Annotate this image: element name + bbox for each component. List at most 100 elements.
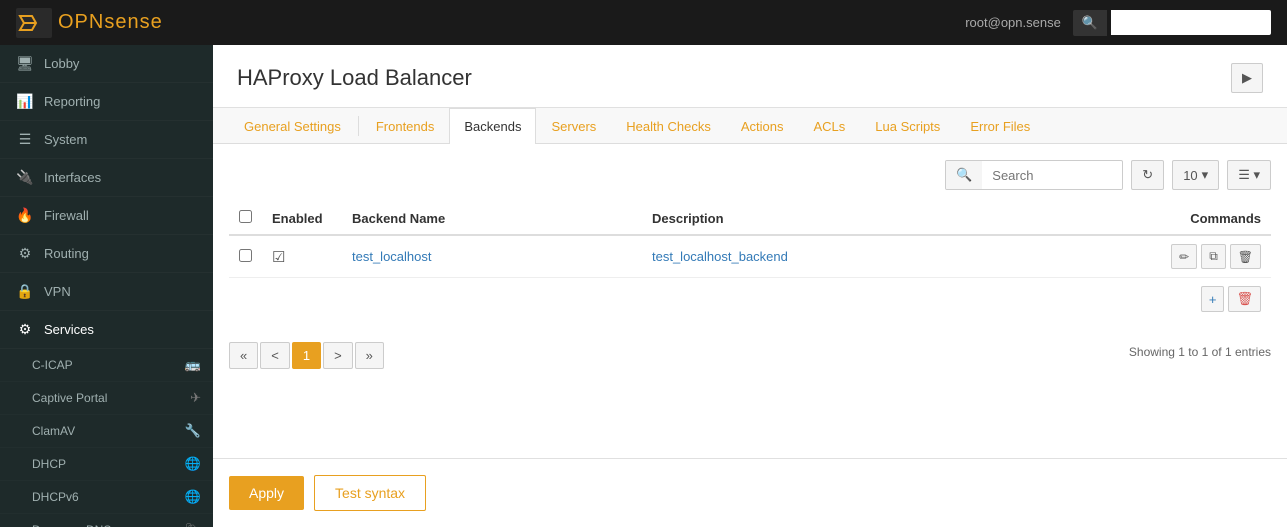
navbar-search-input[interactable] — [1111, 10, 1271, 35]
page-1-button[interactable]: 1 — [292, 342, 321, 369]
tab-error-files[interactable]: Error Files — [955, 108, 1045, 144]
main-header: HAProxy Load Balancer ▶ — [213, 45, 1287, 108]
sidebar-item-label: VPN — [44, 284, 71, 299]
edit-button[interactable]: ✏ — [1171, 244, 1197, 269]
sidebar-item-system[interactable]: ☰ System — [0, 121, 213, 159]
table-area: 🔍 ↻ 10 ▾ ☰ ▾ — [213, 144, 1287, 458]
per-page-value: 10 — [1183, 168, 1197, 183]
add-delete-row: + 🗑 — [229, 278, 1271, 321]
sidebar-sub-menu: C-ICAP 🚌 Captive Portal ✈ ClamAV 🔧 DHCP … — [0, 349, 213, 527]
sidebar-item-services[interactable]: ⚙ Services — [0, 311, 213, 349]
tab-lua-scripts[interactable]: Lua Scripts — [860, 108, 955, 144]
page-next-button[interactable]: > — [323, 342, 353, 369]
main-content: HAProxy Load Balancer ▶ General Settings… — [213, 45, 1287, 527]
sidebar-item-interfaces[interactable]: 🔌 Interfaces — [0, 159, 213, 197]
run-button[interactable]: ▶ — [1231, 63, 1263, 93]
dhcpv6-label: DHCPv6 — [32, 490, 79, 504]
sidebar-sub-item-dnsmasq[interactable]: Dnsmasq DNS 🏷 — [0, 514, 213, 527]
tab-general-settings[interactable]: General Settings — [229, 108, 356, 144]
brand-text: OPNsense — [58, 11, 163, 34]
row-name-cell: test_localhost — [342, 235, 642, 278]
delete-button[interactable]: 🗑 — [1230, 244, 1261, 269]
backend-description-link[interactable]: test_localhost_backend — [652, 249, 788, 264]
search-box: 🔍 — [945, 160, 1123, 190]
brand-logo-icon — [16, 8, 52, 38]
sidebar-sub-item-captive[interactable]: Captive Portal ✈ — [0, 382, 213, 415]
tab-acls[interactable]: ACLs — [798, 108, 860, 144]
delete-row-button[interactable]: 🗑 — [1228, 286, 1261, 312]
dnsmasq-icon: 🏷 — [184, 522, 201, 527]
row-enabled-cell: ☑ — [262, 235, 342, 278]
header-enabled: Enabled — [262, 202, 342, 235]
row-actions: ✏ ⧉ 🗑 — [1171, 244, 1261, 269]
sidebar-sub-item-dhcpv6[interactable]: DHCPv6 🌐 — [0, 481, 213, 514]
sidebar-item-vpn[interactable]: 🔒 VPN — [0, 273, 213, 311]
header-checkbox-col — [229, 202, 262, 235]
row-description-cell: test_localhost_backend — [642, 235, 1161, 278]
cols-chevron-icon: ▾ — [1253, 167, 1260, 182]
search-input[interactable] — [982, 162, 1122, 189]
captive-label: Captive Portal — [32, 391, 107, 405]
tab-health-checks[interactable]: Health Checks — [611, 108, 726, 144]
apply-button[interactable]: Apply — [229, 476, 304, 510]
add-delete-spacer — [229, 278, 1161, 321]
header-commands: Commands — [1161, 202, 1271, 235]
page-first-button[interactable]: « — [229, 342, 258, 369]
table-header-row: Enabled Backend Name Description Command… — [229, 202, 1271, 235]
dnsmasq-label: Dnsmasq DNS — [32, 523, 111, 527]
sidebar-item-routing[interactable]: ⚙ Routing — [0, 235, 213, 273]
navbar: OPNsense root@opn.sense 🔍 — [0, 0, 1287, 45]
clamav-icon: 🔧 — [185, 423, 201, 439]
add-delete-cell: + 🗑 — [1161, 278, 1271, 321]
vpn-icon: 🔒 — [16, 283, 34, 300]
sidebar-item-firewall[interactable]: 🔥 Firewall — [0, 197, 213, 235]
page-prev-button[interactable]: < — [260, 342, 290, 369]
system-icon: ☰ — [16, 131, 34, 148]
add-row-button[interactable]: + — [1201, 286, 1225, 312]
search-icon-button[interactable]: 🔍 — [946, 161, 982, 189]
captive-icon: ✈ — [190, 390, 201, 406]
dhcp-label: DHCP — [32, 457, 66, 471]
sidebar-item-label: Interfaces — [44, 170, 101, 185]
sidebar-item-label: Firewall — [44, 208, 89, 223]
sidebar-sub-item-clamav[interactable]: ClamAV 🔧 — [0, 415, 213, 448]
sidebar-item-label: Routing — [44, 246, 89, 261]
navbar-search-button[interactable]: 🔍 — [1073, 10, 1107, 36]
page-last-button[interactable]: » — [355, 342, 384, 369]
test-syntax-button[interactable]: Test syntax — [314, 475, 426, 511]
cicap-label: C-ICAP — [32, 358, 73, 372]
tab-frontends[interactable]: Frontends — [361, 108, 450, 144]
table-row: ☑ test_localhost test_localhost_backend … — [229, 235, 1271, 278]
tab-backends[interactable]: Backends — [449, 108, 536, 144]
reporting-icon: 📊 — [16, 93, 34, 110]
pagination: « < 1 > » — [229, 342, 384, 369]
tab-servers[interactable]: Servers — [536, 108, 611, 144]
firewall-icon: 🔥 — [16, 207, 34, 224]
per-page-button[interactable]: 10 ▾ — [1172, 160, 1219, 190]
row-checkbox[interactable] — [239, 249, 252, 262]
backend-name-link[interactable]: test_localhost — [352, 249, 432, 264]
sidebar-item-label: System — [44, 132, 87, 147]
select-all-checkbox[interactable] — [239, 210, 252, 223]
routing-icon: ⚙ — [16, 245, 34, 262]
sidebar-item-reporting[interactable]: 📊 Reporting — [0, 83, 213, 121]
services-icon: ⚙ — [16, 321, 34, 338]
sidebar: 🖥 Lobby 📊 Reporting ☰ System 🔌 Interface… — [0, 45, 213, 527]
interfaces-icon: 🔌 — [16, 169, 34, 186]
tab-actions[interactable]: Actions — [726, 108, 799, 144]
header-description: Description — [642, 202, 1161, 235]
sidebar-item-label: Lobby — [44, 56, 79, 71]
header-backend-name: Backend Name — [342, 202, 642, 235]
bottom-bar: Apply Test syntax — [213, 458, 1287, 527]
copy-button[interactable]: ⧉ — [1201, 244, 1226, 269]
sidebar-sub-item-cicap[interactable]: C-ICAP 🚌 — [0, 349, 213, 382]
pagination-info: Showing 1 to 1 of 1 entries — [1129, 345, 1271, 359]
sidebar-item-lobby[interactable]: 🖥 Lobby — [0, 45, 213, 83]
per-page-chevron-icon: ▾ — [1202, 167, 1209, 183]
refresh-button[interactable]: ↻ — [1131, 160, 1164, 190]
sidebar-sub-item-dhcp[interactable]: DHCP 🌐 — [0, 448, 213, 481]
row-commands-cell: ✏ ⧉ 🗑 — [1161, 235, 1271, 278]
columns-button[interactable]: ☰ ▾ — [1227, 160, 1271, 190]
sidebar-item-label: Services — [44, 322, 94, 337]
navbar-right: root@opn.sense 🔍 — [965, 10, 1271, 36]
